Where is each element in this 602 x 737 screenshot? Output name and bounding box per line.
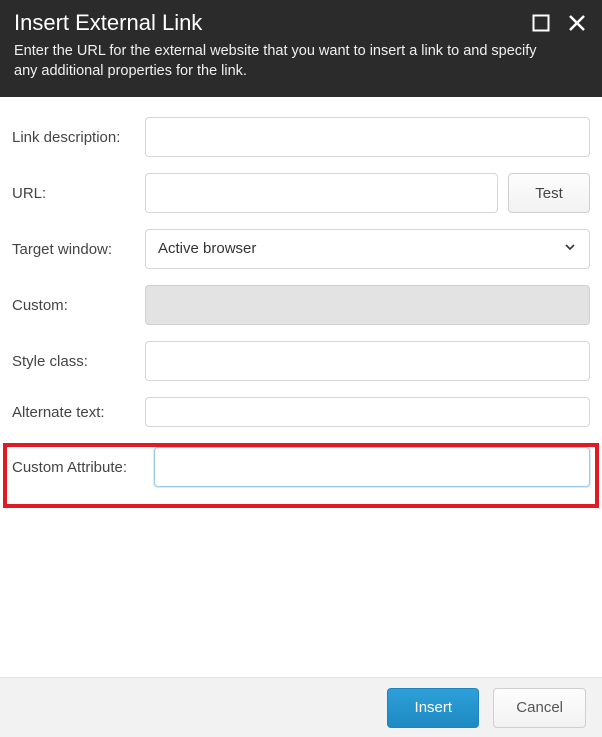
label-url: URL:: [12, 185, 145, 202]
label-alternate-text: Alternate text:: [12, 404, 145, 421]
label-link-description: Link description:: [12, 129, 145, 146]
link-description-input[interactable]: [145, 117, 590, 157]
custom-input: [145, 285, 590, 325]
dialog-footer: Insert Cancel: [0, 677, 602, 737]
dialog-header: Insert External Link Enter the URL for t…: [0, 0, 602, 97]
label-custom: Custom:: [12, 297, 145, 314]
style-class-input[interactable]: [145, 341, 590, 381]
close-icon[interactable]: [566, 12, 588, 34]
alternate-text-input[interactable]: [145, 397, 590, 427]
row-alternate-text: Alternate text:: [12, 397, 590, 427]
target-window-select[interactable]: Active browser: [145, 229, 590, 269]
row-custom-attribute: Custom Attribute:: [12, 447, 590, 487]
form-area: Link description: URL: Test Target windo…: [0, 97, 602, 487]
title-actions: [530, 12, 588, 34]
row-url: URL: Test: [12, 173, 590, 213]
insert-button[interactable]: Insert: [387, 688, 479, 728]
row-style-class: Style class:: [12, 341, 590, 381]
cancel-button[interactable]: Cancel: [493, 688, 586, 728]
label-style-class: Style class:: [12, 353, 145, 370]
custom-attribute-input[interactable]: [154, 447, 590, 487]
url-input[interactable]: [145, 173, 498, 213]
label-custom-attribute: Custom Attribute:: [12, 459, 154, 476]
row-target-window: Target window: Active browser: [12, 229, 590, 269]
row-link-description: Link description:: [12, 117, 590, 157]
dialog-subtitle: Enter the URL for the external website t…: [14, 42, 544, 81]
dialog-title: Insert External Link: [14, 10, 588, 36]
maximize-icon[interactable]: [530, 12, 552, 34]
label-target-window: Target window:: [12, 241, 145, 258]
row-custom: Custom:: [12, 285, 590, 325]
test-button[interactable]: Test: [508, 173, 590, 213]
